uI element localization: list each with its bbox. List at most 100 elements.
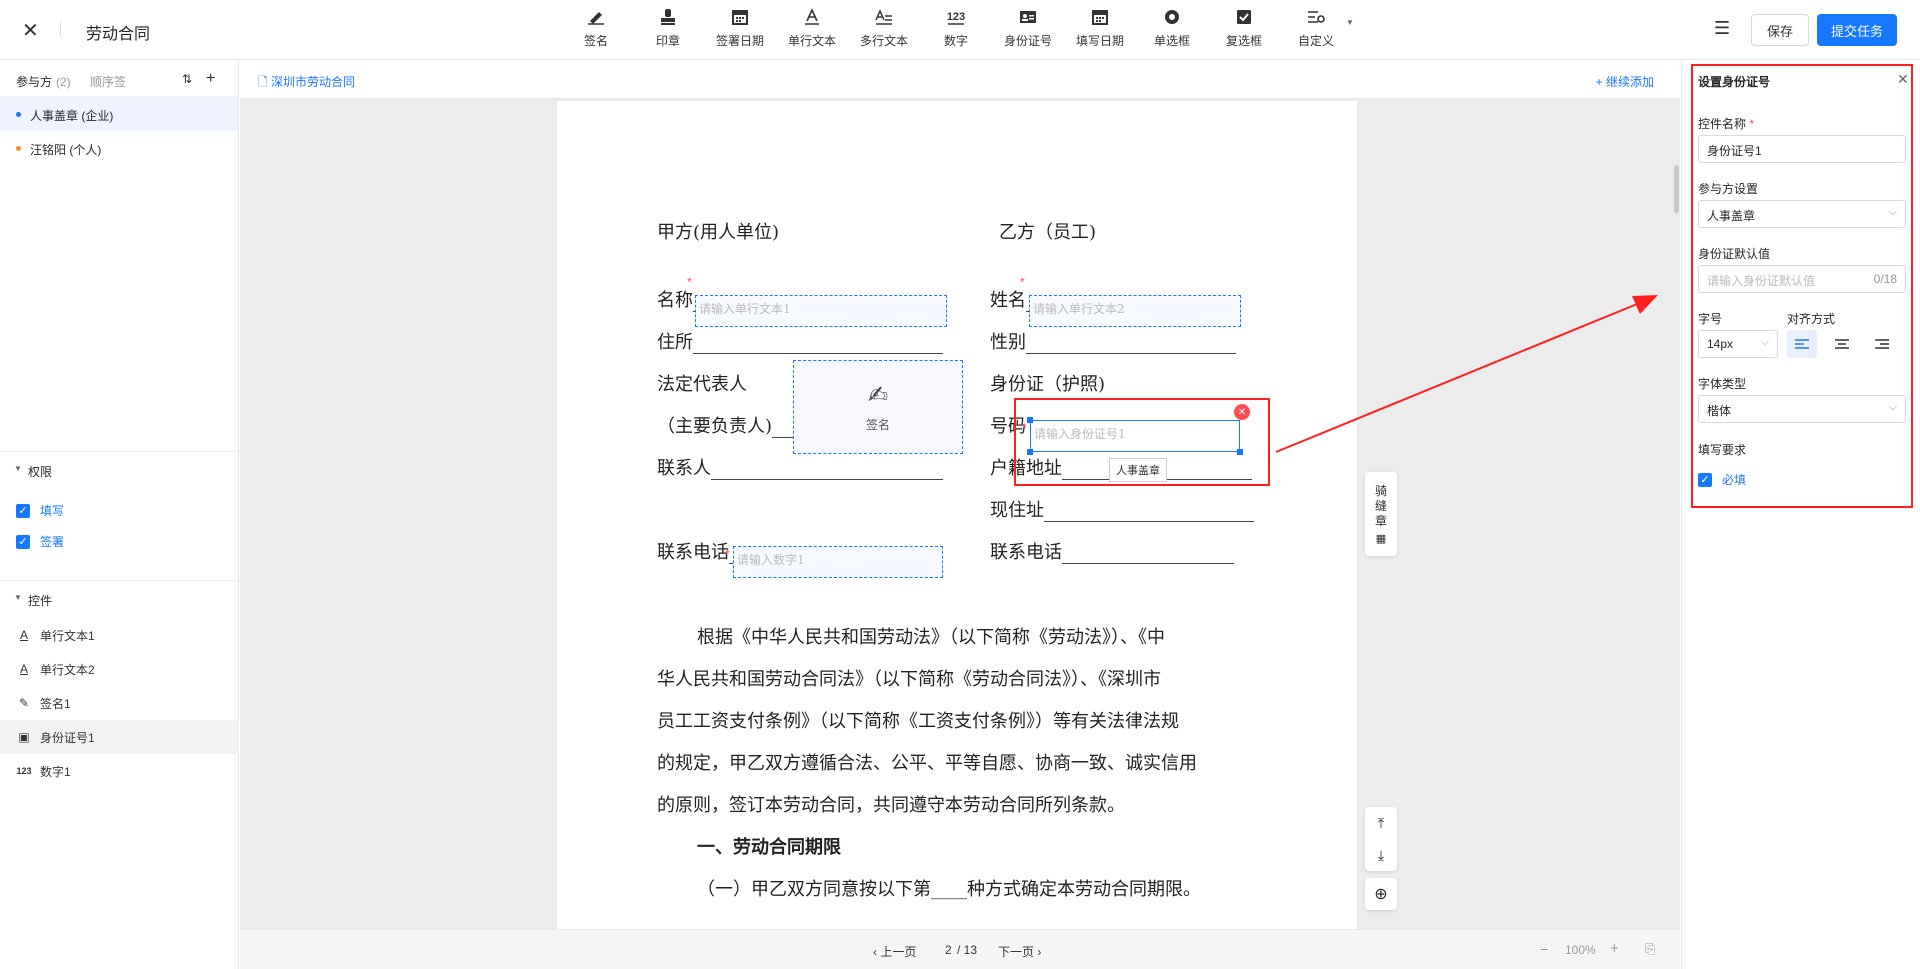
tool-radio[interactable]: 单选框	[1136, 8, 1208, 49]
participant-item[interactable]: 汪铭阳 (个人)	[0, 131, 238, 165]
control-palette: 签名 印章 签署日期 单行文本 多行文本 123 数字 身份证号 填写日期 单选…	[560, 8, 1354, 49]
close-icon[interactable]: ✕	[22, 18, 39, 43]
signature-icon: ✍	[867, 382, 889, 409]
next-page-button[interactable]: 下一页 ›	[998, 943, 1041, 960]
participants-count: (2)	[56, 75, 71, 89]
checkbox-icon	[1237, 10, 1251, 24]
blank-line	[1026, 336, 1236, 354]
control-item[interactable]: ▣ 身份证号1	[0, 720, 239, 754]
tool-custom[interactable]: 自定义 ▼	[1280, 8, 1354, 49]
b-id-label: 身份证（护照)	[990, 374, 1106, 395]
a-contact-row: 联系人	[657, 454, 943, 480]
pagination-bar: ‹ 上一页 2 / 13 下一页 › − 100% + ⎘	[240, 929, 1680, 969]
permission-label: 签署	[40, 535, 65, 549]
locate-button[interactable]: ⊕	[1365, 878, 1397, 910]
add-participant-icon[interactable]: +	[206, 70, 215, 87]
top-toolbar: ✕ 劳动合同 签名 印章 签署日期 单行文本 多行文本 123 数字 身份证号 …	[0, 0, 1920, 60]
b-gender-row: 性别	[990, 328, 1236, 354]
b-addr-label: 现住址	[990, 500, 1044, 521]
signature-field-label: 签名	[865, 418, 890, 432]
document-scrollbar[interactable]	[1674, 165, 1679, 213]
current-page[interactable]: 2	[945, 943, 952, 957]
permission-sign[interactable]: ✓ 签署	[16, 533, 64, 550]
highlight-box-field	[1014, 398, 1270, 486]
control-label: 身份证号1	[40, 730, 95, 745]
tool-label: 单选框	[1153, 34, 1190, 48]
tool-label: 数字	[943, 34, 968, 48]
id-card-icon	[1020, 11, 1036, 23]
custom-icon	[1308, 11, 1325, 23]
document-tab[interactable]: 🗋 深圳市劳动合同	[258, 73, 355, 94]
blank-line	[711, 462, 943, 480]
a-name-label: 名称	[657, 290, 693, 311]
a-phone-label: 联系电话	[657, 542, 729, 563]
tool-stamp[interactable]: 印章	[632, 8, 704, 49]
control-item[interactable]: A 单行文本2	[0, 652, 239, 686]
participant-name: 人事盖章 (企业)	[30, 109, 114, 123]
submit-task-button[interactable]: 提交任务	[1817, 14, 1897, 46]
document-header: 🗋 深圳市劳动合同 + 继续添加	[240, 61, 1680, 99]
tool-label: 多行文本	[859, 34, 908, 48]
divider	[60, 21, 61, 37]
caret-down-icon: ▼	[14, 464, 22, 473]
checkbox-checked-icon[interactable]: ✓	[16, 503, 30, 518]
tool-id-number[interactable]: 身份证号	[992, 8, 1064, 49]
fit-page-icon[interactable]: ⎘	[1645, 941, 1655, 957]
participant-item[interactable]: 人事盖章 (企业)	[0, 97, 238, 131]
b-phone-row: 联系电话	[990, 538, 1234, 564]
tab-order-sign[interactable]: 顺序签	[90, 73, 126, 90]
control-label: 单行文本2	[40, 662, 95, 677]
permission-fill[interactable]: ✓ 填写	[16, 502, 64, 519]
zoom-in-button[interactable]: +	[1610, 940, 1619, 957]
single-text-field-1[interactable]: 请输入单行文本1	[695, 295, 947, 327]
continue-add-button[interactable]: + 继续添加	[1596, 73, 1654, 90]
seam-stamp-button[interactable]: 骑 缝 章 ▦	[1365, 472, 1397, 556]
tool-checkbox[interactable]: 复选框	[1208, 8, 1280, 49]
control-label: 单行文本1	[40, 628, 95, 643]
scroll-top-icon[interactable]: ⤒	[1378, 815, 1384, 832]
menu-icon[interactable]: ☰	[1714, 18, 1730, 39]
required-mark: *	[687, 275, 692, 289]
text-line-icon: A	[19, 628, 28, 642]
control-item[interactable]: ✎ 签名1	[0, 686, 239, 720]
paragraph-line: （一）甲乙双方同意按以下第____种方式确定本劳动合同期限。	[697, 879, 1201, 900]
paragraph-line: 的规定，甲乙双方遵循合法、公平、平等自愿、协商一致、诚实信用	[657, 753, 1197, 774]
signature-field-1[interactable]: ✍ 签名	[793, 360, 963, 454]
number-icon: 123	[947, 11, 965, 25]
b-addr-row: 现住址	[990, 496, 1254, 522]
single-text-field-2[interactable]: 请输入单行文本2	[1029, 295, 1241, 327]
paragraph-line: 员工工资支付条例》（以下简称《工资支付条例》）等有关法律法规	[657, 711, 1179, 732]
zoom-level: 100%	[1565, 943, 1596, 957]
tool-signature[interactable]: 签名	[560, 8, 632, 49]
b-name-label: 姓名	[990, 290, 1026, 311]
permissions-section-header[interactable]: ▼ 权限	[0, 451, 239, 487]
tool-label: 复选框	[1225, 34, 1262, 48]
chevron-down-icon[interactable]: ▼	[1346, 18, 1354, 27]
controls-section-header[interactable]: ▼ 控件	[0, 580, 239, 616]
control-label: 签名1	[40, 696, 71, 711]
tool-single-text[interactable]: 单行文本	[776, 8, 848, 49]
tool-fill-date[interactable]: 填写日期	[1064, 8, 1136, 49]
control-item[interactable]: 123 数字1	[0, 754, 239, 788]
section-title: 控件	[28, 594, 53, 608]
seam-stamp-char: 章	[1374, 513, 1387, 528]
tool-label: 自定义	[1297, 34, 1334, 48]
tool-multi-text[interactable]: 多行文本	[848, 8, 920, 49]
paragraph-line: 华人民共和国劳动合同法》（以下简称《劳动合同法》）、《深圳市	[657, 669, 1161, 690]
control-label: 数字1	[40, 764, 71, 779]
control-item[interactable]: A 单行文本1	[0, 618, 239, 652]
zoom-out-button[interactable]: −	[1540, 941, 1548, 957]
number-field-1[interactable]: 请输入数字1	[733, 546, 943, 578]
blank-line	[1062, 546, 1234, 564]
scroll-bottom-icon[interactable]: ⤓	[1378, 847, 1384, 864]
stamp-icon: ▦	[1375, 532, 1387, 545]
sort-icon[interactable]: ⇅	[182, 72, 192, 86]
tool-sign-date[interactable]: 签署日期	[704, 8, 776, 49]
save-button[interactable]: 保存	[1751, 14, 1809, 46]
tool-number[interactable]: 123 数字	[920, 8, 992, 49]
tab-participants[interactable]: 参与方 (2)	[16, 73, 71, 90]
prev-page-button[interactable]: ‹ 上一页	[873, 943, 916, 960]
page-nav-tools: ⤒ ⤓	[1365, 807, 1397, 871]
number-icon: 123	[16, 766, 32, 776]
checkbox-checked-icon[interactable]: ✓	[16, 534, 30, 549]
